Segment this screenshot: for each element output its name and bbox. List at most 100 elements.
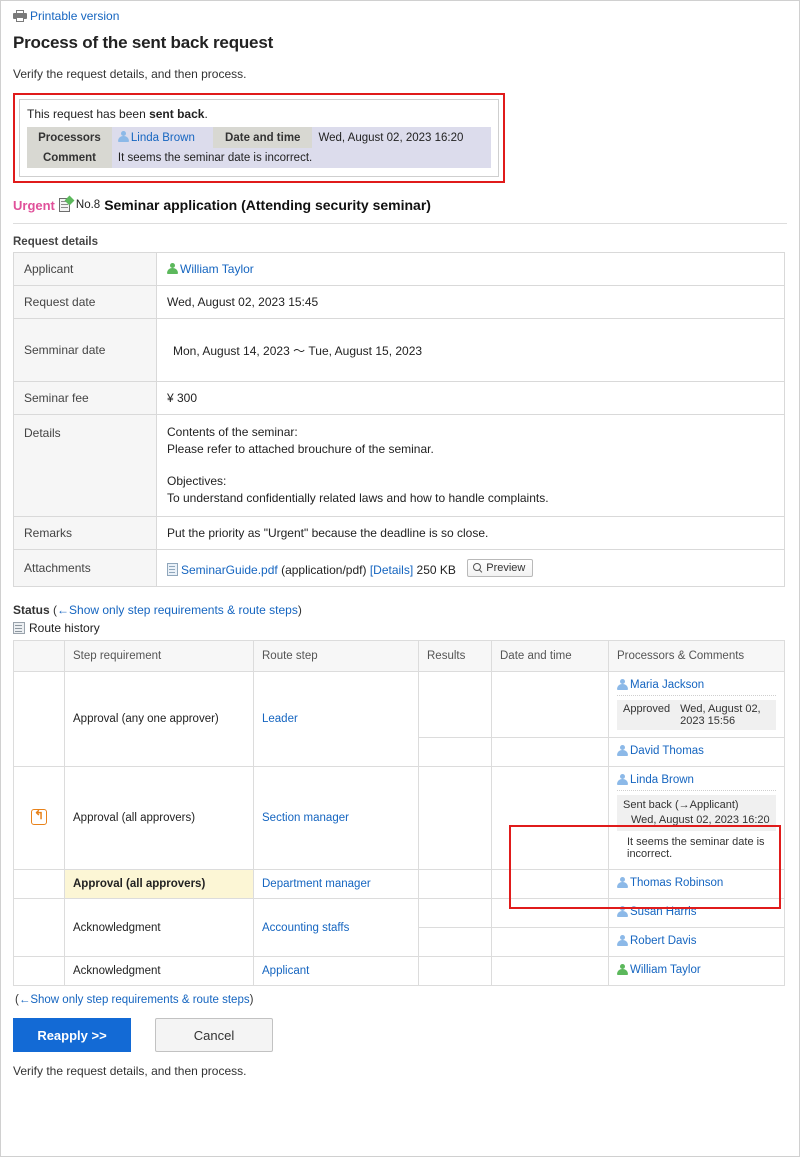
printable-version-link[interactable]: Printable version [30, 9, 119, 23]
request-details-table: Applicant William Taylor Request date We… [13, 252, 785, 587]
detail-row-attachments: Attachments SeminarGuide.pdf (applicatio… [13, 549, 785, 587]
results-cell [418, 671, 492, 738]
route-step-link[interactable]: Accounting staffs [262, 922, 349, 934]
attachment-mime: (application/pdf) [281, 563, 367, 577]
person-icon [617, 774, 628, 786]
details-line-gap [167, 458, 774, 473]
attachment-details-link[interactable]: [Details] [370, 563, 413, 577]
processor-result-label: Sent back (→Applicant) [623, 799, 739, 811]
route-step-cell: Accounting staffs [253, 898, 419, 957]
table-row: Approval (all approvers) Department mana… [13, 869, 785, 899]
route-step-cell: Department manager [253, 869, 419, 899]
processors-cell: Robert Davis [608, 927, 785, 957]
table-row: Approval (any one approver) Leader Maria… [13, 671, 785, 767]
alert-row-comment: Comment It seems the seminar date is inc… [27, 148, 491, 168]
route-step-link[interactable]: Section manager [262, 812, 349, 824]
detail-key-applicant: Applicant [13, 252, 157, 286]
step-requirement-cell: Acknowledgment [64, 898, 254, 957]
person-icon [117, 131, 129, 143]
detail-value-request-date: Wed, August 02, 2023 15:45 [156, 285, 785, 319]
table-row: Acknowledgment Applicant William Taylor [13, 956, 785, 986]
detail-key-remarks: Remarks [13, 516, 157, 550]
table-row: Acknowledgment Accounting staffs Susan H… [13, 898, 785, 957]
results-cell [418, 898, 492, 928]
step-requirement-cell: Approval (all approvers) [64, 766, 254, 870]
detail-value-seminar-date: Mon, August 14, 2023 〜 Tue, August 15, 2… [156, 318, 785, 382]
printer-icon [13, 10, 27, 22]
alert-processor-link[interactable]: Linda Brown [131, 132, 195, 144]
processor-link[interactable]: Susan Harris [630, 906, 696, 918]
route-step-link[interactable]: Department manager [262, 878, 371, 890]
file-icon [167, 563, 178, 576]
processor-result-label: Approved [623, 703, 671, 715]
datetime-cell [491, 737, 609, 767]
processor-link[interactable]: Robert Davis [630, 935, 696, 947]
person-icon [167, 263, 178, 275]
printable-version-row[interactable]: Printable version [13, 9, 787, 23]
lead-text: Verify the request details, and then pro… [13, 67, 247, 81]
cancel-button[interactable]: Cancel [155, 1018, 273, 1052]
step-requirement-cell: Acknowledgment [64, 956, 254, 986]
request-number: No.8 [75, 199, 101, 211]
processor-comment: It seems the seminar date is incorrect. [627, 836, 765, 860]
alert-processor-value: Linda Brown [111, 127, 214, 148]
person-icon [617, 935, 628, 947]
request-header: Urgent No.8 Seminar application (Attendi… [13, 195, 787, 224]
processor-link[interactable]: William Taylor [630, 964, 701, 976]
route-icon-cell [13, 671, 65, 767]
priority-badge: Urgent [13, 197, 55, 213]
route-step-link[interactable]: Leader [262, 713, 298, 725]
detail-key-attachments: Attachments [13, 549, 157, 587]
detail-value-seminar-fee: ¥ 300 [156, 381, 785, 415]
processor-divider [617, 790, 776, 791]
processor-name-row: Thomas Robinson [617, 877, 776, 889]
footer-note: Verify the request details, and then pro… [13, 1064, 247, 1078]
datetime-cell [491, 869, 609, 899]
step-requirement-cell: Approval (any one approver) [64, 671, 254, 767]
detail-key-request-date: Request date [13, 285, 157, 319]
request-title: Seminar application (Attending security … [104, 197, 431, 213]
processor-link[interactable]: Maria Jackson [630, 679, 704, 691]
route-step-cell: Applicant [253, 956, 419, 986]
show-only-steps-link-bottom[interactable]: ←Show only step requirements & route ste… [19, 994, 250, 1006]
processor-result-bar: Sent back (→Applicant) Wed, August 02, 2… [617, 795, 776, 831]
results-cell [418, 927, 492, 957]
alert-message-suffix: . [204, 107, 208, 121]
detail-value-remarks: Put the priority as "Urgent" because the… [156, 516, 785, 550]
detail-value-applicant: William Taylor [156, 252, 785, 286]
show-only-steps-link-top[interactable]: ←Show only step requirements & route ste… [57, 603, 298, 617]
person-icon [617, 679, 628, 691]
detail-row-seminar-date: Semminar date Mon, August 14, 2023 〜 Tue… [13, 318, 785, 382]
status-label: Status [13, 603, 50, 617]
detail-key-seminar-fee: Seminar fee [13, 381, 157, 415]
processor-link[interactable]: David Thomas [630, 745, 704, 757]
processor-divider [617, 695, 776, 696]
paren-close: ) [249, 994, 254, 1006]
datetime-cell [491, 671, 609, 738]
alert-row-processors: Processors Linda Brown Date and time Wed… [27, 127, 491, 148]
status-paren-close: ) [297, 603, 302, 617]
reapply-button[interactable]: Reapply >> [13, 1018, 131, 1052]
processor-name-row: Susan Harris [617, 906, 776, 918]
route-icon-cell [13, 956, 65, 986]
detail-value-attachments: SeminarGuide.pdf (application/pdf) [Deta… [156, 549, 785, 587]
alert-message-prefix: This request has been [27, 107, 150, 121]
processor-result-bar: Approved Wed, August 02, 2023 15:56 [617, 700, 776, 730]
attachment-filename-link[interactable]: SeminarGuide.pdf [181, 563, 278, 577]
route-history-label: Route history [29, 621, 100, 635]
person-icon [617, 877, 628, 889]
processors-cell: David Thomas [608, 737, 785, 767]
route-col-processors: Processors & Comments [608, 640, 785, 672]
datetime-cell [491, 927, 609, 957]
sent-back-icon [31, 807, 47, 825]
route-step-link[interactable]: Applicant [262, 965, 309, 977]
route-col-datetime: Date and time [491, 640, 609, 672]
preview-button[interactable]: Preview [467, 559, 534, 577]
person-icon [617, 964, 628, 976]
processor-result-datetime: Wed, August 02, 2023 15:56 [680, 703, 761, 727]
applicant-link[interactable]: William Taylor [180, 262, 254, 276]
seminar-date-text: Mon, August 14, 2023 〜 Tue, August 15, 2… [173, 343, 423, 358]
processor-link[interactable]: Thomas Robinson [630, 877, 723, 889]
processor-link[interactable]: Linda Brown [630, 774, 694, 786]
route-icon-cell [13, 869, 65, 899]
